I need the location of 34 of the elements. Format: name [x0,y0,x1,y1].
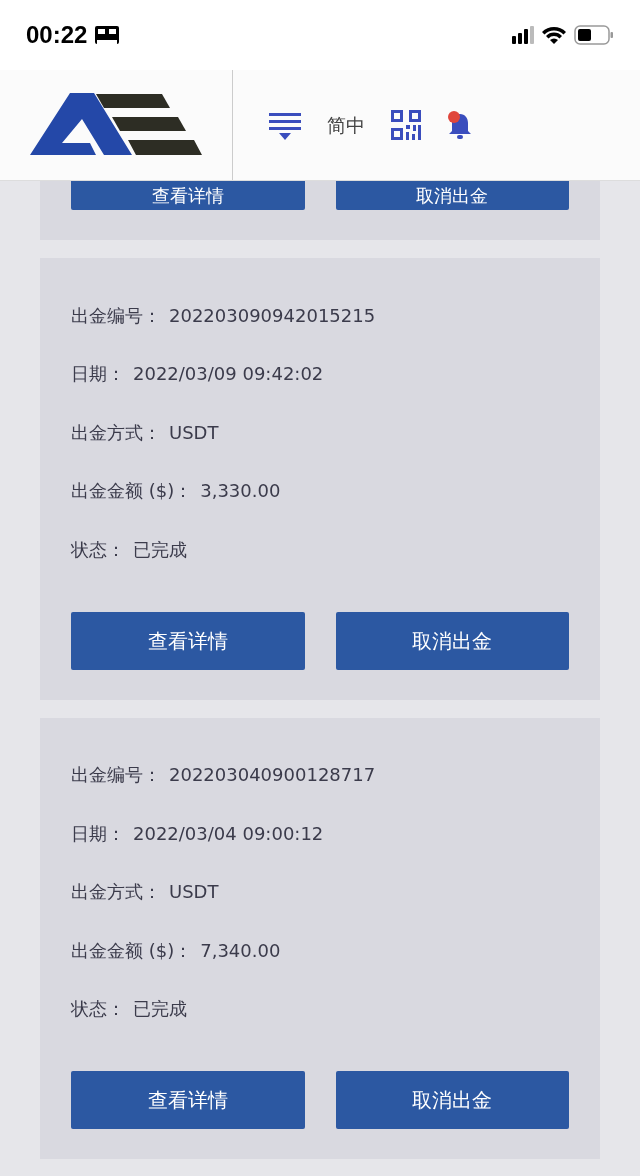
bell-icon[interactable] [447,110,473,140]
signal-icon [512,26,534,44]
field-value: 202203090942015215 [169,303,376,328]
wifi-icon [542,26,566,44]
field-value: 3,330.00 [200,479,281,504]
field-value: 202203040900128717 [169,763,376,788]
view-details-button[interactable]: 查看详情 [71,611,305,670]
qr-code-icon[interactable] [391,110,421,140]
field-value: USDT [169,420,219,445]
field-label: 出金金额 ($)： [71,938,193,963]
cancel-withdrawal-button[interactable]: 取消出金 [335,1071,569,1129]
field-label: 出金编号： [71,303,161,328]
field-label: 出金金额 ($)： [71,479,193,504]
field-value: 7,340.00 [200,938,281,963]
status-time: 00:22 [26,21,88,49]
field-label: 出金编号： [71,763,161,788]
field-label: 日期： [71,821,125,846]
battery-icon [574,25,614,45]
field-label: 状态： [71,997,125,1022]
field-value: 已完成 [133,537,187,562]
bed-icon [95,26,120,44]
field-value: 2022/03/04 09:00:12 [133,821,324,846]
field-value: 已完成 [133,997,187,1022]
field-label: 状态： [71,537,125,562]
view-details-button[interactable]: 查看详情 [71,1071,305,1129]
field-label: 日期： [71,362,125,387]
cancel-withdrawal-button[interactable]: 取消出金 [335,611,569,670]
field-value: USDT [169,880,219,905]
view-details-button[interactable]: 查看详情 [71,181,305,210]
field-value: 2022/03/09 09:42:02 [133,362,324,387]
language-menu[interactable]: 简中 [327,110,365,140]
field-label: 出金方式： [71,420,161,445]
field-label: 出金方式： [71,880,161,905]
cancel-withdrawal-button[interactable]: 取消出金 [335,181,569,210]
